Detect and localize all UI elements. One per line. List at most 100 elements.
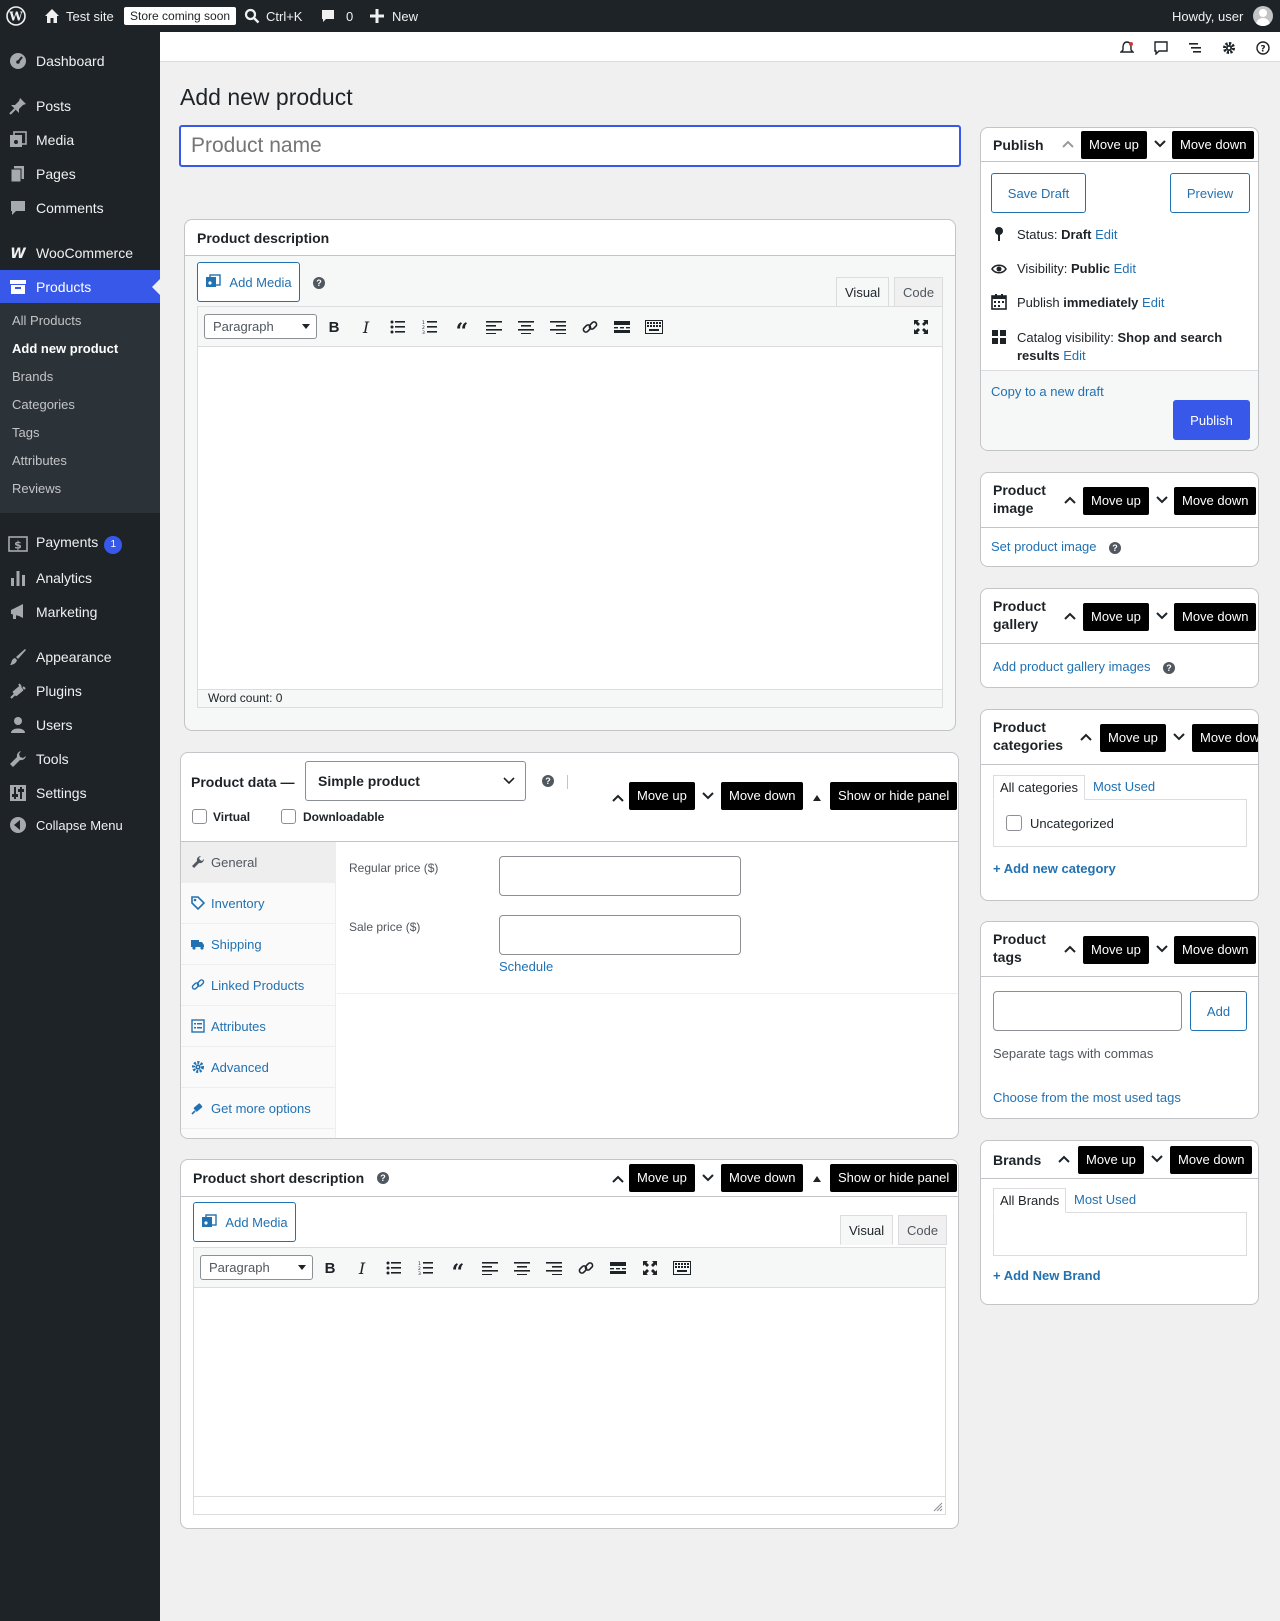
move-down-button[interactable]: Move down	[1174, 487, 1257, 515]
tab-get-more-options[interactable]: Get more options	[181, 1088, 336, 1129]
sidebar-item-payments[interactable]: $ Payments 1	[0, 527, 160, 561]
chevron-up-icon[interactable]	[1057, 1152, 1071, 1166]
add-media-button[interactable]: Add Media	[197, 262, 300, 302]
add-new-brand-link[interactable]: + Add New Brand	[993, 1268, 1101, 1283]
sidebar-item-plugins[interactable]: Plugins	[0, 674, 160, 708]
bulleted-list-icon[interactable]	[384, 1258, 404, 1278]
catalog-visibility-edit-link[interactable]: Edit	[1063, 348, 1085, 363]
sidebar-item-marketing[interactable]: Marketing	[0, 595, 160, 629]
publish-button[interactable]: Publish	[1173, 400, 1250, 440]
list-view-icon[interactable]	[1185, 38, 1205, 58]
link-icon[interactable]	[580, 317, 600, 337]
sidebar-item-pages[interactable]: Pages	[0, 157, 160, 191]
add-new-category-link[interactable]: + Add new category	[993, 861, 1116, 876]
align-center-icon[interactable]	[516, 317, 536, 337]
sidebar-item-media[interactable]: Media	[0, 123, 160, 157]
fullscreen-icon[interactable]	[911, 317, 931, 337]
comments-link[interactable]: 0	[320, 0, 353, 32]
move-up-button[interactable]: Move up	[1100, 724, 1166, 752]
chevron-up-icon[interactable]	[1061, 137, 1075, 151]
move-up-button[interactable]: Move up	[1081, 131, 1147, 159]
move-down-button[interactable]: Move down	[1170, 1146, 1253, 1174]
visibility-edit-link[interactable]: Edit	[1114, 261, 1136, 276]
italic-icon[interactable]: I	[356, 317, 376, 337]
status-edit-link[interactable]: Edit	[1095, 227, 1117, 242]
store-coming-soon-badge[interactable]: Store coming soon	[124, 0, 237, 32]
move-down-button[interactable]: Move down	[1174, 936, 1257, 964]
chevron-up-icon[interactable]	[1079, 730, 1093, 744]
italic-icon[interactable]: I	[352, 1258, 372, 1278]
submenu-all-products[interactable]: All Products	[12, 313, 81, 328]
uncategorized-checkbox[interactable]	[1006, 815, 1022, 831]
tab-all-brands[interactable]: All Brands	[993, 1188, 1067, 1213]
read-more-icon[interactable]	[608, 1258, 628, 1278]
chevron-up-icon[interactable]	[611, 791, 625, 805]
chevron-down-icon[interactable]	[701, 789, 715, 803]
move-up-button[interactable]: Move up	[1083, 936, 1149, 964]
save-draft-button[interactable]: Save Draft	[991, 173, 1086, 213]
chevron-down-icon[interactable]	[1153, 137, 1167, 151]
sidebar-item-woocommerce[interactable]: W WooCommerce	[0, 236, 160, 270]
show-hide-panel-button[interactable]: Show or hide panel	[830, 782, 958, 810]
sidebar-item-settings[interactable]: Settings	[0, 776, 160, 810]
show-hide-panel-button[interactable]: Show or hide panel	[830, 1164, 958, 1192]
tab-code[interactable]: Code	[894, 277, 944, 307]
sidebar-item-comments[interactable]: Comments	[0, 191, 160, 225]
sidebar-item-dashboard[interactable]: Dashboard	[0, 44, 160, 78]
submenu-categories[interactable]: Categories	[12, 397, 75, 412]
settings-gear-icon[interactable]	[1219, 38, 1239, 58]
tab-attributes[interactable]: Attributes	[181, 1006, 336, 1047]
format-select[interactable]: Paragraph	[204, 314, 317, 339]
numbered-list-icon[interactable]: 123	[420, 317, 440, 337]
link-icon[interactable]	[576, 1258, 596, 1278]
move-down-button[interactable]: Move down	[721, 1164, 804, 1192]
move-up-button[interactable]: Move up	[1083, 603, 1149, 631]
sidebar-item-users[interactable]: Users	[0, 708, 160, 742]
tab-inventory[interactable]: Inventory	[181, 883, 336, 924]
align-left-icon[interactable]	[480, 1258, 500, 1278]
tab-visual[interactable]: Visual	[836, 277, 890, 307]
help-circle-icon[interactable]: ?	[1253, 38, 1273, 58]
chevron-up-icon[interactable]	[1063, 609, 1077, 623]
help-icon[interactable]: ?	[1163, 662, 1175, 674]
move-down-button[interactable]: Move down	[1172, 131, 1255, 159]
move-down-button[interactable]: Move down	[721, 782, 804, 810]
bold-icon[interactable]: B	[320, 1258, 340, 1278]
move-down-button[interactable]: Move down	[1174, 603, 1257, 631]
tab-general[interactable]: General	[181, 842, 336, 883]
blockquote-icon[interactable]: “	[448, 1258, 468, 1284]
help-icon[interactable]: ?	[313, 277, 325, 289]
resize-handle-icon[interactable]	[933, 1502, 943, 1512]
keyboard-icon[interactable]	[672, 1258, 692, 1278]
collapse-menu-button[interactable]: Collapse Menu	[0, 808, 160, 842]
new-content-link[interactable]: New	[370, 0, 418, 32]
short-description-editor[interactable]: Paragraph B I 123 “	[193, 1247, 946, 1515]
site-name-link[interactable]: Test site	[44, 0, 114, 32]
virtual-checkbox[interactable]	[192, 809, 207, 824]
tab-most-used[interactable]: Most Used	[1093, 779, 1155, 794]
chevron-down-icon[interactable]	[701, 1171, 715, 1185]
my-account-link[interactable]: Howdy, user	[1172, 0, 1274, 32]
chevron-down-icon[interactable]	[1155, 493, 1169, 507]
submenu-reviews[interactable]: Reviews	[12, 481, 61, 496]
align-center-icon[interactable]	[512, 1258, 532, 1278]
command-palette-button[interactable]: Ctrl+K	[244, 0, 302, 32]
help-icon[interactable]: ?	[1109, 542, 1121, 554]
move-up-button[interactable]: Move up	[1078, 1146, 1144, 1174]
sidebar-item-tools[interactable]: Tools	[0, 742, 160, 776]
product-type-select[interactable]: Simple product	[305, 761, 526, 801]
triangle-up-icon[interactable]	[813, 1172, 821, 1182]
submenu-add-new-product[interactable]: Add new product	[12, 341, 118, 356]
submenu-attributes[interactable]: Attributes	[12, 453, 67, 468]
activity-comment-icon[interactable]	[1151, 38, 1171, 58]
numbered-list-icon[interactable]: 123	[416, 1258, 436, 1278]
blockquote-icon[interactable]: “	[452, 317, 472, 343]
chevron-up-icon[interactable]	[611, 1172, 625, 1186]
help-icon[interactable]: ?	[377, 1172, 389, 1184]
keyboard-icon[interactable]	[644, 317, 664, 337]
sidebar-item-posts[interactable]: Posts	[0, 89, 160, 123]
move-up-button[interactable]: Move up	[1083, 487, 1149, 515]
fullscreen-icon[interactable]	[640, 1258, 660, 1278]
sidebar-item-appearance[interactable]: Appearance	[0, 640, 160, 674]
add-product-gallery-images-link[interactable]: Add product gallery images	[993, 659, 1151, 674]
